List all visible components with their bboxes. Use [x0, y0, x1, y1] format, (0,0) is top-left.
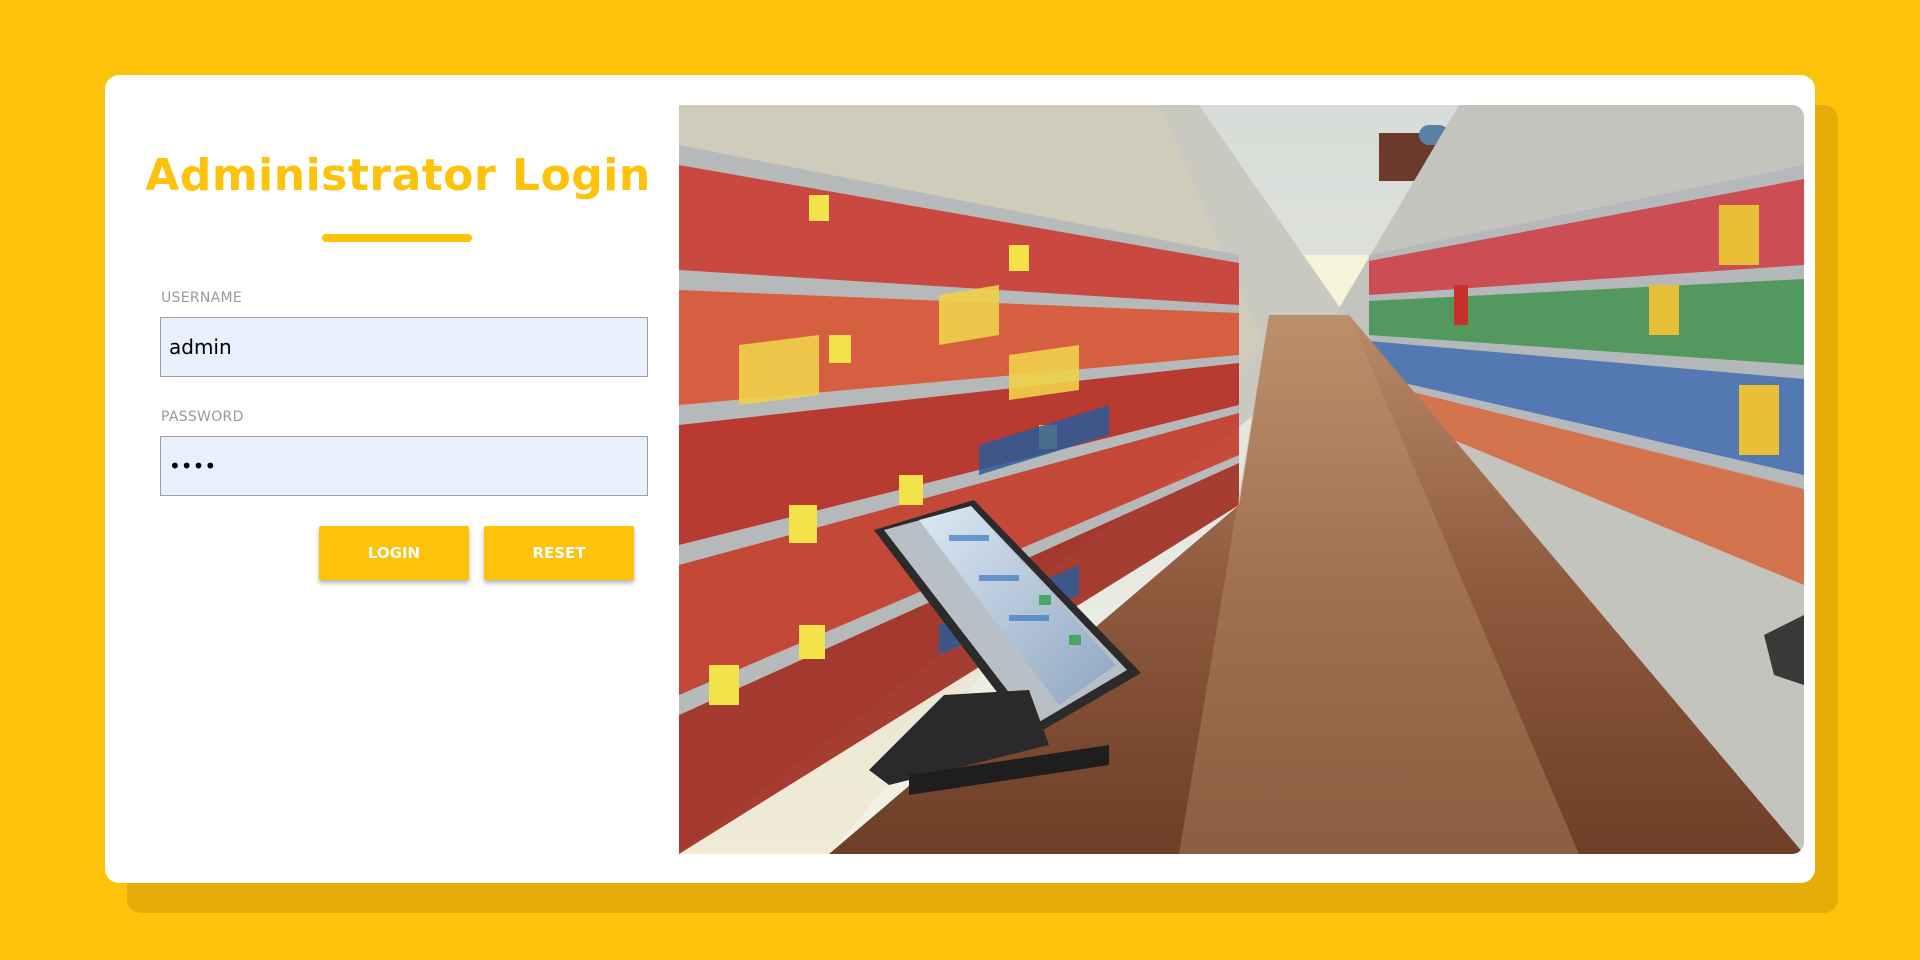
page-title: Administrator Login: [145, 150, 651, 201]
login-button[interactable]: LOGIN: [319, 526, 469, 580]
title-underline: [322, 234, 472, 242]
reset-button[interactable]: RESET: [484, 526, 634, 580]
supermarket-aisle-image: [679, 105, 1804, 854]
password-label: PASSWORD: [161, 409, 244, 425]
password-input[interactable]: [160, 436, 648, 496]
username-input[interactable]: [160, 317, 648, 377]
username-label: USERNAME: [161, 290, 243, 306]
